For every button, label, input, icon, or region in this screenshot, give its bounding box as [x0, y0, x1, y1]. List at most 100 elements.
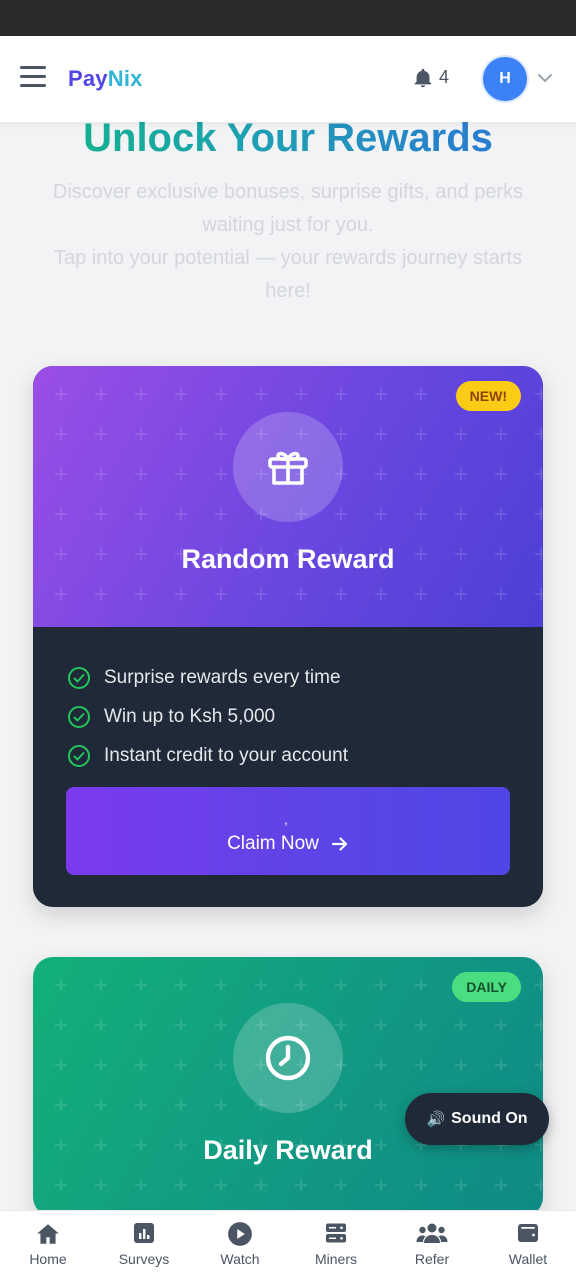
- pattern-plus: [95, 979, 107, 991]
- pattern-plus: [295, 979, 307, 991]
- nav-item-home[interactable]: Home: [0, 1211, 96, 1280]
- pattern-plus: [175, 1099, 187, 1111]
- pattern-plus: [375, 1059, 387, 1071]
- sound-toggle-label: Sound On: [451, 1110, 528, 1127]
- pattern-plus: [215, 428, 227, 440]
- pattern-plus: [535, 588, 543, 600]
- pattern-plus: [215, 388, 227, 400]
- gift-icon-wrapper: [233, 412, 343, 522]
- nav-label: Refer: [414, 1251, 450, 1267]
- pattern-plus: [535, 1059, 543, 1071]
- status-bar: [0, 0, 576, 36]
- pattern-plus: [95, 428, 107, 440]
- home-icon: [37, 1224, 59, 1244]
- pattern-plus: [215, 1179, 227, 1191]
- pattern-plus: [55, 1019, 67, 1031]
- pattern-plus: [415, 1019, 427, 1031]
- nav-item-refer[interactable]: Refer: [384, 1211, 480, 1280]
- nav-label: Home: [29, 1251, 67, 1267]
- clock-icon-wrapper: [233, 1003, 343, 1113]
- pattern-plus: [375, 1019, 387, 1031]
- pattern-plus: [55, 508, 67, 520]
- feature-text: Win up to Ksh 5,000: [104, 705, 276, 727]
- pattern-plus: [215, 1059, 227, 1071]
- chevron-down-icon[interactable]: [537, 72, 553, 84]
- app-logo[interactable]: PayNix: [68, 66, 143, 92]
- wallet-icon: [518, 1224, 538, 1242]
- hamburger-icon[interactable]: [20, 66, 46, 88]
- notifications-button[interactable]: 4: [412, 64, 454, 92]
- pattern-plus: [415, 428, 427, 440]
- pattern-plus: [335, 1019, 347, 1031]
- pattern-plus: [335, 1179, 347, 1191]
- gift-icon: [268, 451, 308, 485]
- pattern-plus: [455, 1179, 467, 1191]
- pattern-plus: [55, 979, 67, 991]
- pattern-plus: [535, 1019, 543, 1031]
- list-item: Surprise rewards every time: [67, 658, 348, 697]
- pattern-plus: [495, 1179, 507, 1191]
- list-item: Instant credit to your account: [67, 736, 348, 775]
- pattern-plus: [415, 588, 427, 600]
- pattern-plus: [455, 508, 467, 520]
- pattern-plus: [215, 508, 227, 520]
- nav-label: Wallet: [508, 1251, 548, 1267]
- pattern-plus: [55, 588, 67, 600]
- pattern-plus: [175, 428, 187, 440]
- users-icon: [416, 1223, 448, 1243]
- pattern-plus: [415, 388, 427, 400]
- pattern-plus: [335, 979, 347, 991]
- pattern-plus: [535, 508, 543, 520]
- pattern-plus: [135, 468, 147, 480]
- pattern-plus: [135, 1019, 147, 1031]
- top-header: PayNix 4 H: [0, 36, 576, 122]
- pattern-plus: [415, 508, 427, 520]
- arrow-right-icon: [331, 837, 348, 851]
- nav-item-watch[interactable]: Watch: [192, 1211, 288, 1280]
- pattern-plus: [335, 508, 347, 520]
- claim-now-button[interactable]: , Claim Now: [66, 787, 510, 875]
- pattern-plus: [175, 1019, 187, 1031]
- nav-item-wallet[interactable]: Wallet: [480, 1211, 576, 1280]
- pattern-plus: [95, 468, 107, 480]
- server-icon: [326, 1223, 346, 1243]
- pattern-plus: [175, 468, 187, 480]
- pattern-plus: [535, 979, 543, 991]
- pattern-plus: [135, 388, 147, 400]
- random-reward-banner: NEW! Random Reward: [33, 366, 543, 627]
- pattern-plus: [95, 1179, 107, 1191]
- pattern-plus: [535, 1179, 543, 1191]
- sound-toggle-button[interactable]: 🔊 Sound On: [405, 1093, 549, 1145]
- pattern-plus: [95, 1099, 107, 1111]
- pattern-plus: [455, 1059, 467, 1071]
- pattern-plus: [255, 388, 267, 400]
- pattern-plus: [95, 588, 107, 600]
- pattern-plus: [415, 468, 427, 480]
- avatar[interactable]: H: [483, 57, 527, 101]
- daily-reward-banner: DAILY Daily Reward: [33, 957, 543, 1217]
- card-title: Random Reward: [181, 544, 395, 574]
- subtitle-line-2: Tap into your potential — your rewards j…: [54, 247, 522, 302]
- speaker-icon: 🔊: [426, 1111, 446, 1128]
- claim-button-label: Claim Now: [227, 833, 319, 854]
- pattern-plus: [415, 1059, 427, 1071]
- nav-item-surveys[interactable]: Surveys: [96, 1211, 192, 1280]
- nav-item-miners[interactable]: Miners: [288, 1211, 384, 1280]
- pattern-plus: [495, 588, 507, 600]
- pattern-plus: [215, 1019, 227, 1031]
- pattern-plus: [135, 1179, 147, 1191]
- new-badge: NEW!: [455, 381, 521, 411]
- check-circle-icon: [68, 705, 90, 728]
- pattern-plus: [175, 388, 187, 400]
- pattern-plus: [495, 428, 507, 440]
- nav-label: Watch: [220, 1251, 260, 1267]
- pattern-plus: [255, 979, 267, 991]
- pattern-plus: [375, 468, 387, 480]
- pattern-plus: [415, 979, 427, 991]
- feature-list: Surprise rewards every time Win up to Ks…: [67, 658, 348, 775]
- pattern-plus: [495, 1019, 507, 1031]
- pattern-plus: [295, 588, 307, 600]
- random-reward-card: NEW! Random Reward Surprise rewards ever…: [33, 366, 543, 907]
- pattern-plus: [135, 428, 147, 440]
- daily-reward-card: DAILY Daily Reward: [33, 957, 543, 1217]
